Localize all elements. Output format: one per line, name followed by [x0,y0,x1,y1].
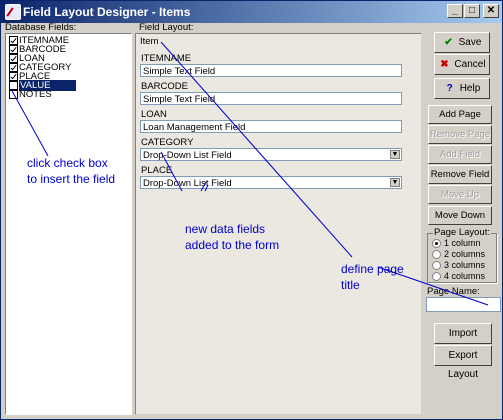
remove-page-button[interactable]: Remove Page [428,125,492,144]
radio-2-columns[interactable]: 2 columns [432,249,485,260]
page-title[interactable]: Item [140,36,158,47]
page-title-annotation-line2: title [341,278,360,292]
radio-4-columns[interactable]: 4 columns [432,271,485,282]
field-layout-designer-window: Field Layout Designer - Items _ □ ✕ Data… [0,0,503,420]
barcode-checkbox[interactable] [9,45,18,54]
barcode-caption: BARCODE [141,81,188,92]
move-down-button[interactable]: Move Down [428,206,492,225]
radio-icon[interactable] [432,272,441,282]
place-checkbox[interactable] [9,72,18,81]
radio-1-column[interactable]: 1 column [432,238,481,249]
value-checkbox[interactable] [9,81,18,90]
itemname-caption: ITEMNAME [141,53,192,64]
database-fields-list[interactable]: ITEMNAME BARCODE LOAN CATEGORY PLACE VAL… [5,33,132,415]
barcode-field[interactable]: Simple Text Field [140,92,402,105]
field-layout-canvas[interactable]: Item ITEMNAME Simple Text Field BARCODE … [135,33,421,414]
page-name-label: Page Name: [427,286,480,297]
checkbox-annotation-line2: to insert the field [27,172,116,186]
category-dropdown-value: Drop-Down List Field [143,150,232,161]
radio-icon[interactable] [432,250,441,260]
category-caption: CATEGORY [141,137,194,148]
place-dropdown[interactable]: Drop-Down List Field ▼ [140,176,402,189]
export-layout-button[interactable]: Export Layout [434,345,492,380]
loan-checkbox[interactable] [9,54,18,63]
place-dropdown-value: Drop-Down List Field [143,178,232,189]
field-layout-label: Field Layout: [139,22,194,33]
chevron-down-icon[interactable]: ▼ [390,178,400,187]
loan-field[interactable]: Loan Management Field [140,120,402,133]
close-button[interactable]: ✕ [483,4,499,18]
page-layout-label: Page Layout: [433,227,491,238]
new-fields-annotation-line1: new data fields [185,222,266,236]
notes-checkbox[interactable] [9,90,18,99]
title-bar[interactable]: Field Layout Designer - Items _ □ ✕ [1,1,502,23]
move-up-button[interactable]: Move Up [428,185,492,204]
cancel-button[interactable]: ✖ Cancel [434,54,490,75]
checkmark-icon: ✔ [444,37,453,48]
minimize-button[interactable]: _ [447,4,463,18]
page-layout-group: Page Layout: 1 column 2 columns 3 column… [427,227,497,283]
radio-3-columns[interactable]: 3 columns [432,260,485,271]
app-icon [5,4,21,20]
loan-caption: LOAN [141,109,167,120]
help-button[interactable]: ? Help [434,78,490,99]
new-fields-annotation-line2: added to the form [185,238,280,252]
question-mark-icon: ? [446,83,453,94]
radio-icon[interactable] [432,261,441,271]
maximize-button[interactable]: □ [464,4,480,18]
page-title-annotation-line1: define page [341,262,404,276]
category-dropdown[interactable]: Drop-Down List Field ▼ [140,148,402,161]
chevron-down-icon[interactable]: ▼ [390,150,400,159]
remove-field-button[interactable]: Remove Field [428,165,492,184]
category-checkbox[interactable] [9,63,18,72]
page-name-input[interactable] [426,297,501,312]
import-layout-button[interactable]: Import Layout [434,323,492,358]
cross-icon: ✖ [440,59,449,70]
place-caption: PLACE [141,165,173,176]
radio-selected-icon[interactable] [432,239,441,249]
add-field-button[interactable]: Add Field [428,145,492,164]
database-fields-label: Database Fields: [5,22,77,33]
itemname-field[interactable]: Simple Text Field [140,64,402,77]
itemname-checkbox[interactable] [9,36,18,45]
checkbox-annotation-line1: click check box [27,156,108,170]
add-page-button[interactable]: Add Page [428,105,492,124]
save-button[interactable]: ✔ Save [434,32,490,53]
window-title: Field Layout Designer - Items [23,5,191,19]
